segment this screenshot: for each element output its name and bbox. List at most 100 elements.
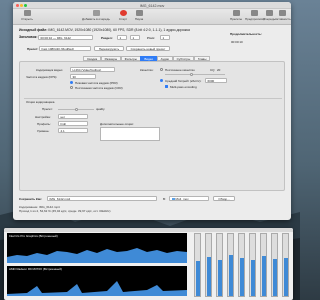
angle-select[interactable]: 1 xyxy=(160,35,170,40)
encoder-options-label: Опции кодировщика xyxy=(26,100,55,104)
gpu-graph-amd xyxy=(7,281,187,296)
video-settings-panel: Кодировщик видео: H.264 (VideoToolbox) Ч… xyxy=(19,61,285,191)
fps-select[interactable]: 30 xyxy=(70,74,96,79)
profile-label: Профиль: xyxy=(37,122,51,126)
peak-framerate-radio[interactable] xyxy=(70,81,73,84)
source-label: Исходный файл: xyxy=(19,28,48,32)
gpu-meter xyxy=(271,233,278,297)
gpu-meter xyxy=(216,233,223,297)
peak-framerate-label: Пиковая частота кадров (PFR) xyxy=(75,80,118,85)
gpu-graph-intel xyxy=(7,248,187,263)
gpu-meter-fill xyxy=(217,259,222,296)
pause-icon xyxy=(135,10,143,16)
save-as-input[interactable]: IMG_6142.mp4 xyxy=(47,196,157,201)
title-bar[interactable]: IMG_6142.mov xyxy=(13,2,291,9)
gpu-meter xyxy=(282,233,289,297)
avg-bitrate-input[interactable]: 6000 xyxy=(205,78,227,83)
window-title: IMG_6142.mov xyxy=(139,3,165,8)
destination-folder-value: Mp4_mov xyxy=(175,197,189,201)
duration-value: 00:00:10 xyxy=(231,40,243,44)
stop-icon xyxy=(119,10,127,16)
gpu-meter xyxy=(194,233,201,297)
constant-framerate-radio[interactable] xyxy=(70,86,73,89)
multipass-checkbox[interactable] xyxy=(165,85,168,88)
presets-icon xyxy=(232,10,240,16)
toolbar: Открыть Добавить в очередь Старт Пауза П… xyxy=(13,9,291,25)
level-select[interactable]: 4.1 xyxy=(58,128,88,133)
destination-folder-select[interactable]: Mp4_mov xyxy=(169,196,209,201)
gpu-meter xyxy=(227,233,234,297)
encode-status-progress: Проход 1 из 2, 54,62 % (45,04 кд/с, сред… xyxy=(19,209,111,213)
tune-label: Настройка: xyxy=(35,115,51,119)
range-end-select[interactable]: 1 xyxy=(130,35,140,40)
queue-button[interactable]: Очередь xyxy=(263,10,275,24)
preset-select[interactable]: Fast 1080p30 (Modified) xyxy=(39,46,91,51)
enc-preset-knob[interactable] xyxy=(75,107,78,111)
quality-slider[interactable] xyxy=(165,74,225,75)
encoder-select[interactable]: H.264 (VideoToolbox) xyxy=(70,67,115,72)
fps-label: Частота кадров (FPS): xyxy=(26,75,58,79)
gpu-pane-intel: Intel Iris Pro Graphics (Встроенный) xyxy=(7,233,187,263)
cq-value: 20 xyxy=(217,67,221,72)
quality-label: Качество: xyxy=(140,68,154,72)
constant-framerate-label: Постоянная частота кадров (CFR) xyxy=(75,85,123,90)
gpu-meter xyxy=(238,233,245,297)
encode-status: Кодирование: IMG_6142.mp4 Проход 1 из 2,… xyxy=(19,205,110,213)
extra-options-label: Дополнительные опции: xyxy=(100,122,134,126)
quality-slider-knob[interactable] xyxy=(190,72,193,76)
folder-icon xyxy=(171,197,175,200)
pause-button[interactable]: Пауза xyxy=(133,10,145,24)
range-label: Раздел: xyxy=(101,35,113,40)
preset-label: Пресет: xyxy=(27,46,39,51)
activity-button[interactable]: Активность xyxy=(275,10,291,24)
gpu-meter-fill xyxy=(239,258,244,296)
divider xyxy=(24,98,282,99)
tune-select[interactable]: нет xyxy=(58,114,88,119)
extra-options-textarea[interactable] xyxy=(100,127,160,141)
presets-button[interactable]: Пресеты xyxy=(229,10,243,24)
save-preset-button[interactable]: Сохранить новый пресет xyxy=(126,46,170,51)
film-icon xyxy=(23,10,31,16)
activity-icon xyxy=(279,10,286,16)
enc-preset-label: Пресет: xyxy=(42,107,53,111)
title-label: Заголовок: xyxy=(19,35,38,39)
reload-preset-button[interactable]: Перезагрузить xyxy=(94,46,124,51)
add-queue-icon xyxy=(92,10,100,16)
queue-icon xyxy=(265,10,273,16)
multipass-label: Multi-pass encoding xyxy=(170,84,197,89)
constant-quality-radio[interactable] xyxy=(160,68,163,71)
handbrake-window: IMG_6142.mov Открыть Добавить в очередь … xyxy=(13,2,291,220)
profile-select[interactable]: high xyxy=(58,121,88,126)
encoder-label: Кодировщик видео: xyxy=(36,68,64,72)
browse-button[interactable]: Обзор... xyxy=(213,196,235,201)
gpu-meter xyxy=(249,233,256,297)
open-source-button[interactable]: Открыть xyxy=(17,10,37,24)
duration-label: Продолжительность: xyxy=(230,32,262,36)
enc-preset-value: quality xyxy=(96,107,105,111)
stop-button[interactable]: Старт xyxy=(117,10,129,24)
save-as-label: Сохранить Как: xyxy=(19,196,42,201)
add-to-queue-button[interactable]: Добавить в очередь xyxy=(81,10,111,24)
gpu-meter-fill xyxy=(206,257,211,296)
gpu-meter-fill xyxy=(261,256,266,296)
gpu-history-window: Intel Iris Pro Graphics (Встроенный) AMD… xyxy=(4,228,293,300)
source-row: Исходный файл: IMG_6142.MOV, 1920x1080 (… xyxy=(19,28,190,34)
gpu-meter-fill xyxy=(195,261,200,296)
avg-bitrate-label: Средний битрейт (кбит/с): xyxy=(165,78,202,83)
cq-label: CQ xyxy=(210,67,215,72)
gpu-window-titlebar[interactable] xyxy=(4,228,293,232)
title-select[interactable]: 00:00:10 — IMG_6142 xyxy=(38,35,93,40)
gpu-meter xyxy=(260,233,267,297)
level-label: Уровень: xyxy=(37,129,50,133)
preview-icon xyxy=(250,10,258,16)
source-value: IMG_6142.MOV, 1920x1080 (1920x1080), 60 … xyxy=(48,28,190,32)
gpu-pane-amd: AMD Radeon R9 M370X (Встроенный) xyxy=(7,266,187,296)
gpu-meter-fill xyxy=(272,258,277,296)
preview-button[interactable]: Предпросмотр xyxy=(245,10,265,24)
avg-bitrate-radio[interactable] xyxy=(160,79,163,82)
destination-label: В: xyxy=(163,196,166,201)
constant-quality-label: Постоянное качество xyxy=(165,67,195,72)
gpu-meter-fill xyxy=(283,257,288,296)
gpu-meter-fill xyxy=(228,254,233,296)
range-start-select[interactable]: 1 xyxy=(117,35,127,40)
